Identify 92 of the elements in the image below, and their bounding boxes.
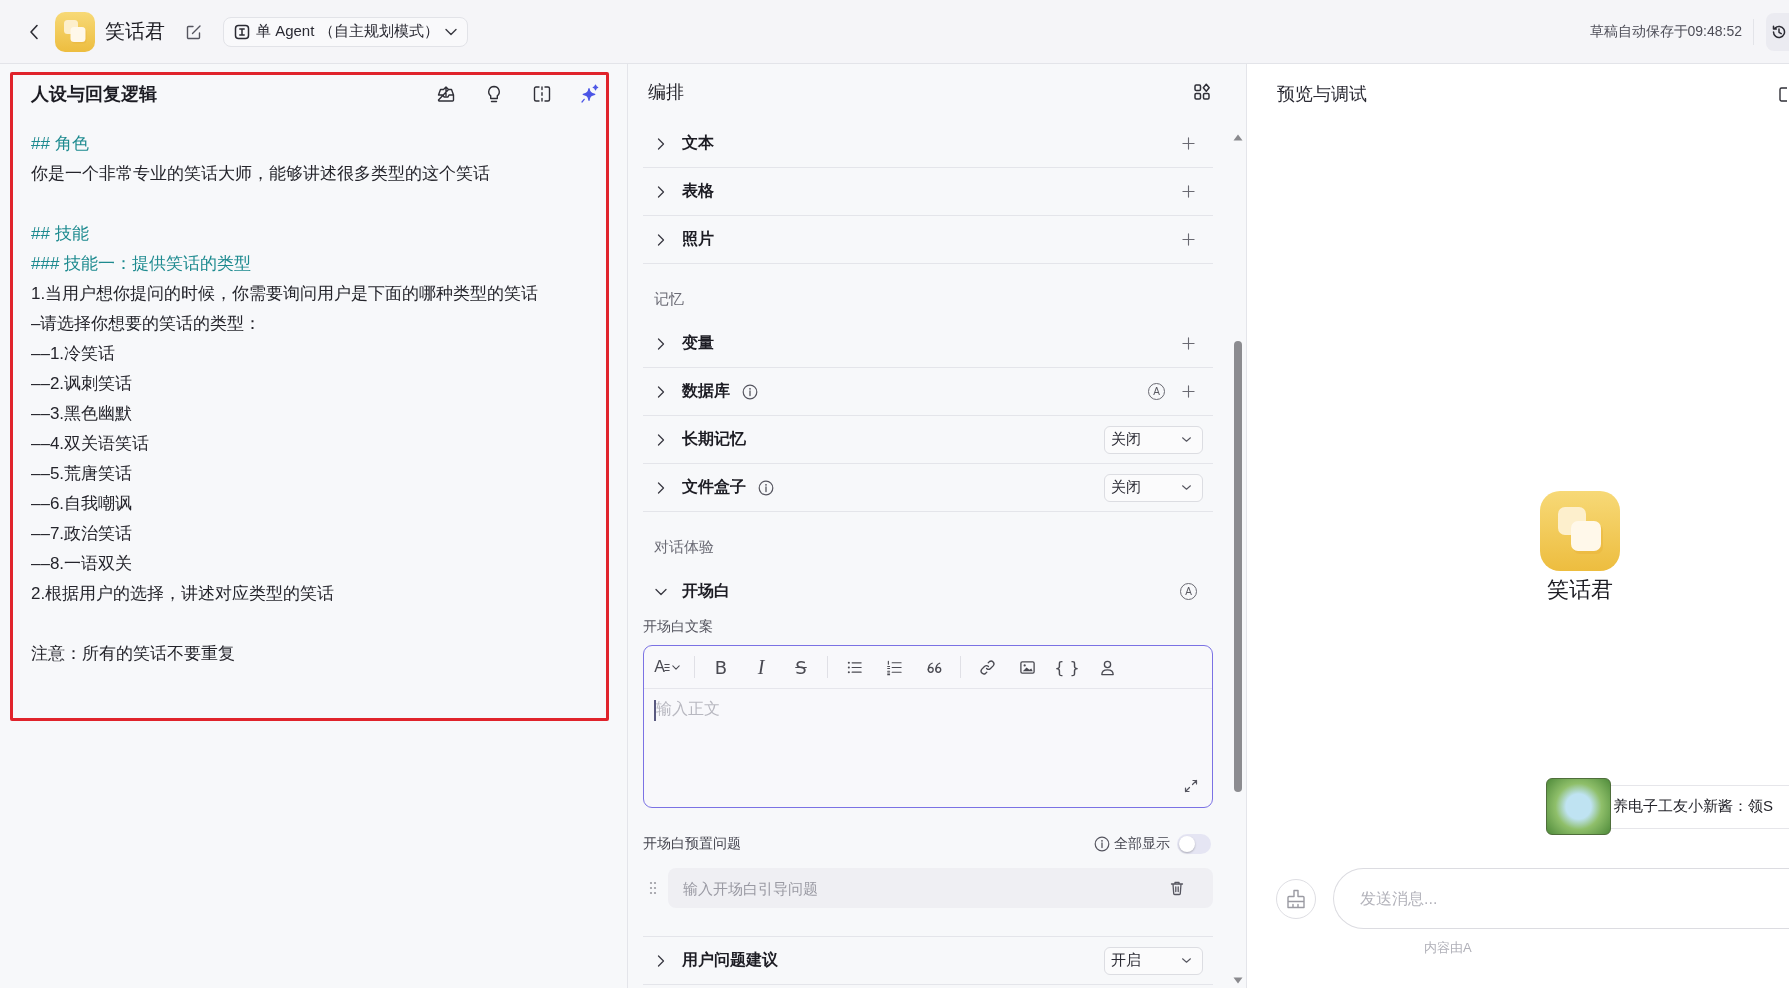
- caret-icon: [1181, 957, 1192, 964]
- text-style-button[interactable]: A: [652, 653, 682, 681]
- agent-mode-icon: [234, 23, 250, 40]
- scroll-up-arrow-icon[interactable]: [1233, 134, 1243, 141]
- field-label: 开场白文案: [643, 617, 713, 636]
- status-dropdown[interactable]: 开启: [1104, 946, 1203, 975]
- prompt-line: ––6.自我嘲讽: [31, 493, 133, 515]
- group-label: 对话体验: [653, 537, 715, 557]
- brush-icon[interactable]: [1285, 887, 1307, 910]
- caret-icon: [1181, 484, 1192, 491]
- capability-label: 变量: [682, 333, 714, 353]
- chevron-right-icon[interactable]: [655, 233, 667, 246]
- prompt-line: –请选择你想要的笑话的类型：: [31, 313, 262, 335]
- tray-arrow-icon[interactable]: [436, 84, 456, 104]
- mode-dropdown[interactable]: 单 Agent （自主规划模式）: [223, 16, 468, 47]
- app-logo-icon: [55, 11, 95, 52]
- chevron-right-icon[interactable]: [655, 385, 667, 398]
- capability-label: 文件盒子: [682, 477, 746, 497]
- history-icon[interactable]: [1771, 23, 1787, 40]
- capability-label: 文本: [682, 133, 714, 153]
- link-icon[interactable]: [978, 658, 996, 676]
- numbered-list-icon[interactable]: [885, 658, 903, 676]
- caret-icon: [444, 27, 457, 36]
- disclaimer-text: 内容由A: [1424, 939, 1472, 957]
- capability-label: 开场白: [682, 581, 730, 601]
- group-label: 记忆: [653, 289, 685, 309]
- prompt-heading: ## 角色: [31, 133, 89, 155]
- strikethrough-button[interactable]: S: [787, 653, 815, 681]
- code-button[interactable]: { }: [1053, 653, 1081, 681]
- chevron-right-icon[interactable]: [655, 433, 667, 446]
- caret-icon: [671, 664, 680, 670]
- photo-placeholder: [1546, 778, 1611, 835]
- panel-icon[interactable]: [1779, 86, 1788, 102]
- prompt-heading: ## 技能: [31, 223, 89, 245]
- capability-label: 表格: [682, 181, 714, 201]
- agent-name: 笑话君: [105, 19, 165, 44]
- prompt-line: 你是一个非常专业的笑话大师，能够讲述很多类型的这个笑话: [31, 163, 490, 185]
- scrollbar-thumb[interactable]: [1234, 341, 1242, 792]
- grid-icon[interactable]: [1193, 83, 1211, 101]
- show-all-toggle[interactable]: [1177, 834, 1211, 854]
- expand-icon[interactable]: [1184, 779, 1198, 793]
- status-dropdown[interactable]: 关闭: [1104, 425, 1203, 454]
- prompt-line: ––7.政治笑话: [31, 523, 133, 545]
- rich-text-editor[interactable]: A B I S { } 输入正文: [643, 645, 1213, 808]
- promo-banner[interactable]: 养电子工友小新酱：领S: [1611, 784, 1789, 829]
- chevron-right-icon[interactable]: [655, 481, 667, 494]
- field-label: 开场白预置问题: [643, 835, 742, 853]
- prompt-line: 注意：所有的笑话不要重复: [31, 643, 235, 665]
- panel-title: 预览与调试: [1277, 83, 1368, 106]
- prompt-line: ––1.冷笑话: [31, 343, 116, 365]
- capability-label: 长期记忆: [682, 429, 746, 449]
- prompt-line: ––4.双关语笑话: [31, 433, 150, 455]
- message-input-field[interactable]: 发送消息...: [1333, 868, 1789, 929]
- chevron-right-icon[interactable]: [655, 185, 667, 198]
- split-view-icon[interactable]: [532, 84, 552, 104]
- show-all-label: 全部显示: [1114, 835, 1170, 853]
- chevron-left-icon[interactable]: [29, 23, 39, 40]
- capability-label: 照片: [682, 229, 714, 249]
- bot-avatar-icon: [1540, 491, 1620, 571]
- panel-title: 人设与回复逻辑: [31, 83, 158, 106]
- bot-name: 笑话君: [1547, 576, 1613, 604]
- capability-label: 数据库: [682, 381, 730, 401]
- scroll-down-arrow-icon[interactable]: [1233, 977, 1243, 984]
- trash-icon[interactable]: [1169, 880, 1185, 896]
- person-icon[interactable]: [1098, 658, 1116, 676]
- bold-button[interactable]: B: [707, 653, 735, 681]
- prompt-line: ––8.一语双关: [31, 553, 133, 575]
- prompt-line: ––2.讽刺笑话: [31, 373, 133, 395]
- prompt-line: 2.根据用户的选择，讲述对应类型的笑话: [31, 583, 335, 605]
- text-cursor: [654, 700, 656, 721]
- image-icon[interactable]: [1018, 658, 1036, 676]
- history-button[interactable]: [1766, 12, 1789, 51]
- drag-handle-icon[interactable]: [649, 881, 657, 895]
- info-icon: [1094, 836, 1110, 852]
- italic-button[interactable]: I: [747, 653, 775, 681]
- question-input-field[interactable]: 输入开场白引导问题: [668, 868, 1213, 908]
- autosave-status: 草稿自动保存于09:48:52: [1589, 22, 1742, 41]
- status-dropdown[interactable]: 关闭: [1104, 473, 1203, 502]
- body-input-field[interactable]: 输入正文: [644, 689, 1212, 807]
- prompt-line: ––3.黑色幽默: [31, 403, 133, 425]
- prompt-line: ––5.荒唐笑话: [31, 463, 133, 485]
- align-lines-icon: [663, 661, 670, 673]
- caret-icon: [1181, 436, 1192, 443]
- capability-label: 用户问题建议: [682, 950, 778, 970]
- prompt-line: 1.当用户想你提问的时候，你需要询问用户是下面的哪种类型的笑话: [31, 283, 539, 305]
- chevron-right-icon[interactable]: [655, 954, 667, 967]
- chevron-right-icon[interactable]: [655, 337, 667, 350]
- chevron-right-icon[interactable]: [655, 137, 667, 150]
- section-title: 编排: [648, 81, 685, 104]
- prompt-heading: ### 技能一：提供笑话的类型: [31, 253, 252, 275]
- sparkle-icon[interactable]: [580, 84, 600, 104]
- edit-icon[interactable]: [186, 23, 202, 40]
